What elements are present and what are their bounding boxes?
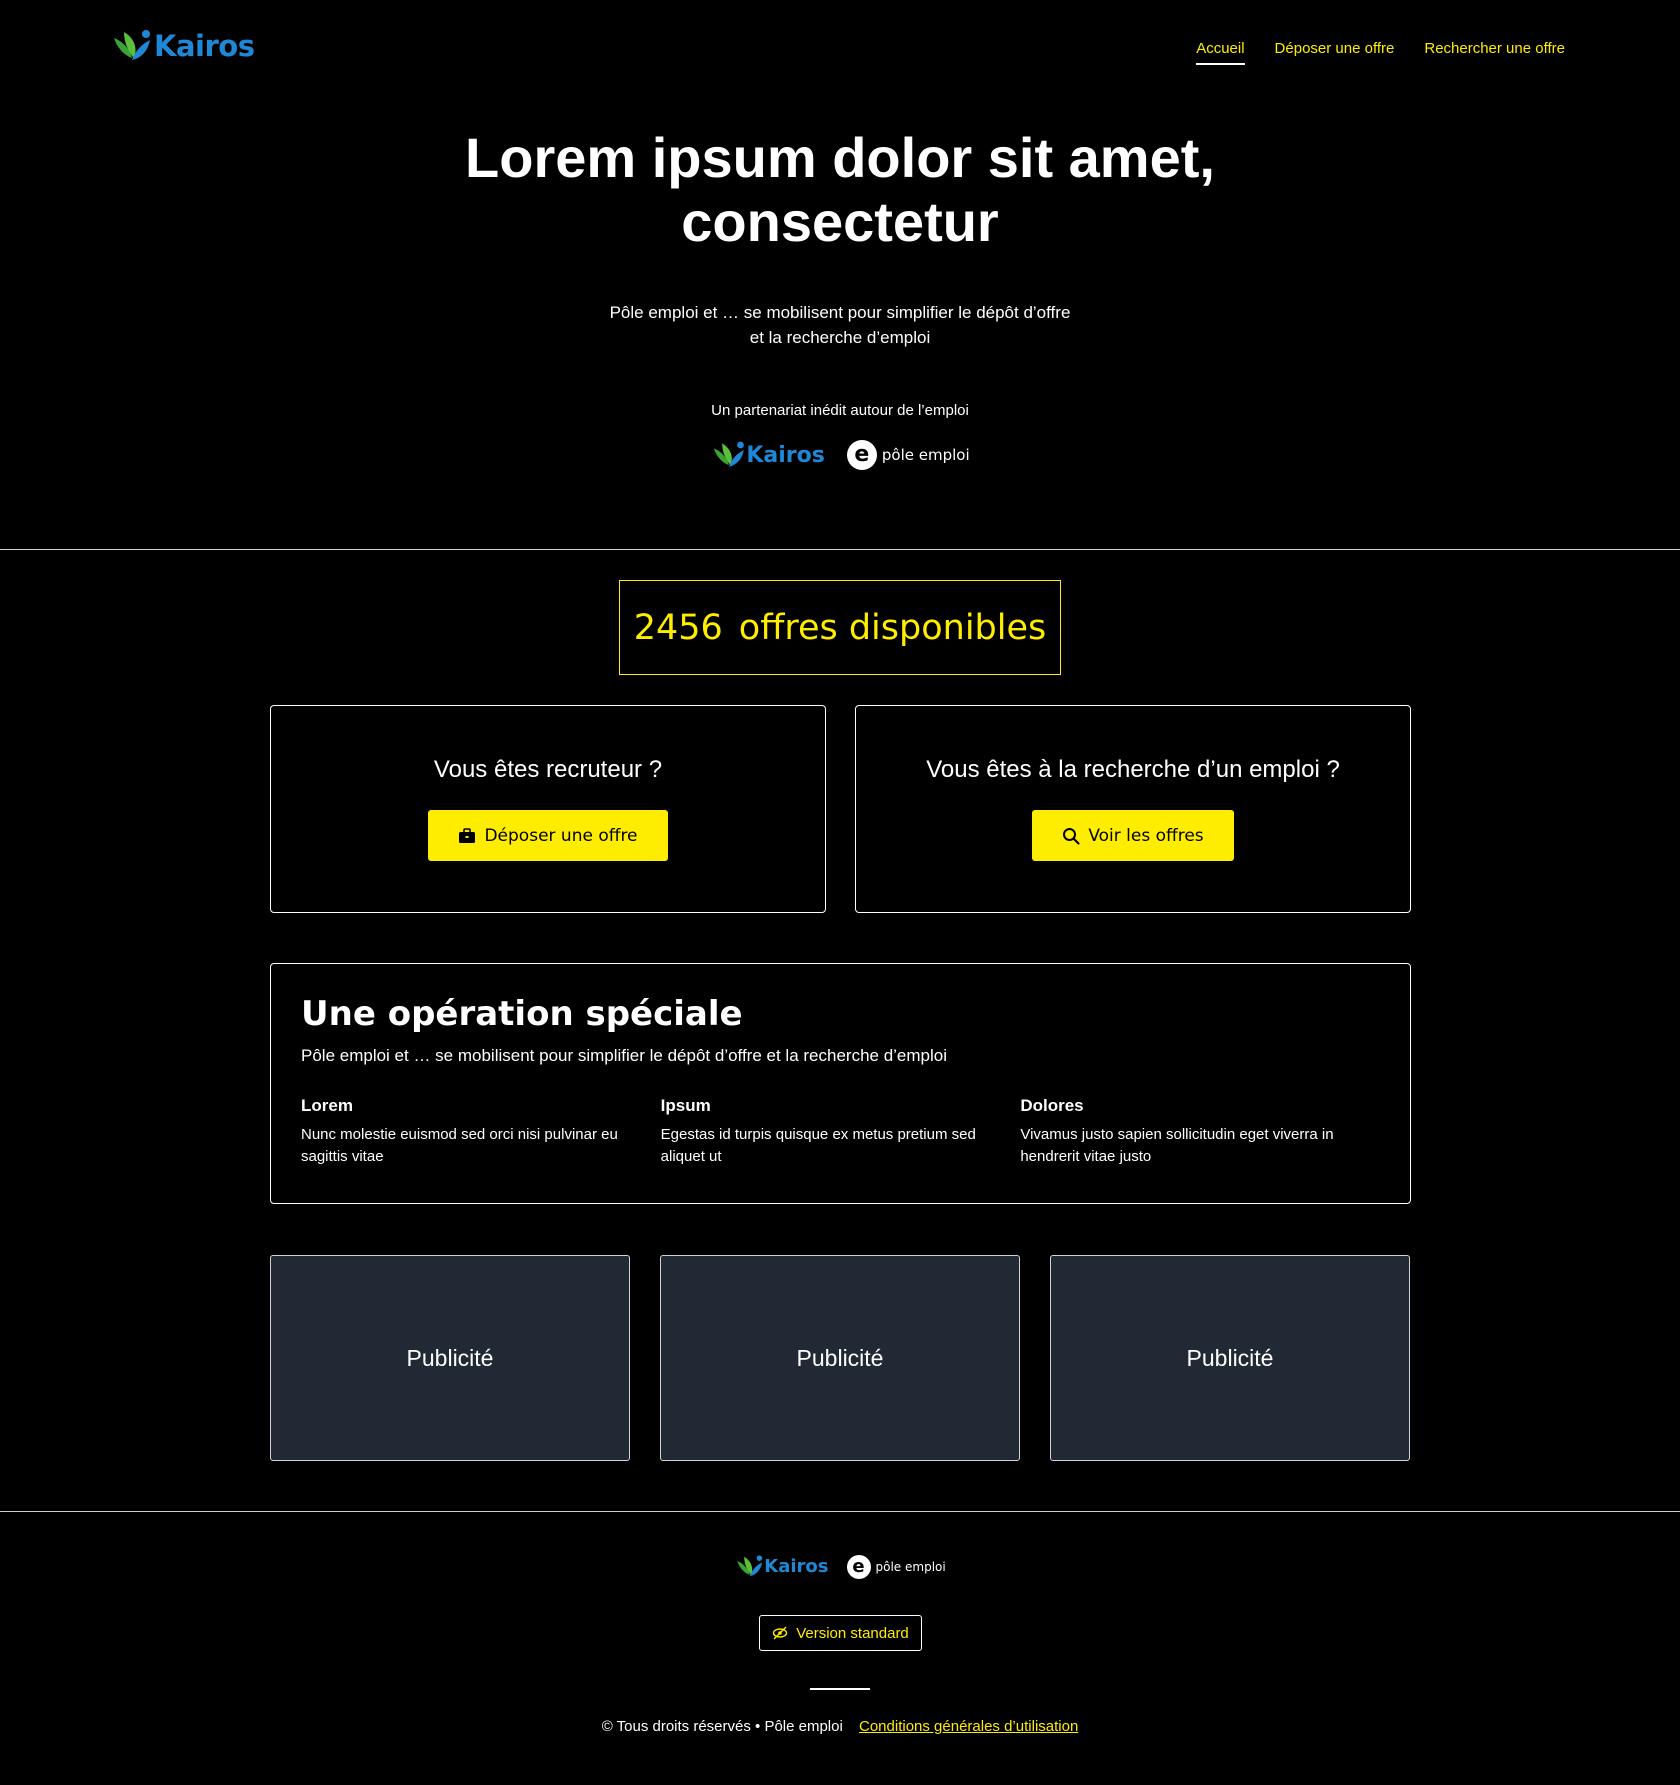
hero-title-line2: consectetur (681, 190, 999, 253)
terms-link[interactable]: Conditions générales d’utilisation (859, 1718, 1078, 1735)
deposer-offre-button[interactable]: Déposer une offre (428, 810, 668, 861)
column-text: Nunc molestie euismod sed orci nisi pulv… (301, 1126, 618, 1165)
leaf-icon (114, 30, 150, 60)
section-divider (0, 549, 1680, 550)
leaf-icon (714, 441, 745, 467)
footer-logos: Kairos e pôle emploi (0, 1554, 1680, 1579)
seeker-title: Vous êtes à la recherche d’un emploi ? (926, 756, 1340, 783)
pole-emploi-text: pôle emploi (881, 446, 970, 464)
special-column-dolores: Dolores Vivamus justo sapien sollicitudi… (1020, 1096, 1380, 1168)
footer-separator (810, 1688, 870, 1690)
voir-offres-label: Voir les offres (1088, 825, 1204, 846)
footer-divider (0, 1511, 1680, 1512)
hero-subtitle-line2: et la recherche d’emploi (749, 328, 931, 347)
hero-subtitle-line1: Pôle emploi et … se mobilisent pour simp… (609, 303, 1071, 322)
recruiter-card: Vous êtes recruteur ? Déposer une offre (270, 705, 826, 913)
special-title: Une opération spéciale (301, 994, 743, 1034)
briefcase-icon (459, 827, 476, 843)
special-columns: Lorem Nunc molestie euismod sed orci nis… (301, 1096, 1380, 1168)
column-title: Lorem (301, 1096, 353, 1115)
special-subtitle: Pôle emploi et … se mobilisent pour simp… (301, 1046, 948, 1065)
hero-subtitle: Pôle emploi et … se mobilisent pour simp… (0, 300, 1680, 350)
pole-emploi-mark-icon: e (846, 440, 877, 470)
site-header: Kairos Accueil Déposer une offre Recherc… (0, 0, 1680, 100)
recruiter-title: Vous êtes recruteur ? (433, 756, 663, 783)
footer-legal: © Tous droits réservés • Pôle emploi Con… (0, 1718, 1680, 1735)
special-column-ipsum: Ipsum Egestas id turpis quisque ex metus… (661, 1096, 1021, 1168)
copyright-text: © Tous droits réservés • Pôle emploi (601, 1718, 843, 1735)
column-title: Dolores (1020, 1096, 1084, 1115)
column-title: Ipsum (660, 1096, 711, 1115)
offers-counter: 2456 offres disponibles (619, 580, 1061, 675)
offers-count: 2456 (633, 607, 723, 648)
hero-title: Lorem ipsum dolor sit amet, consectetur (0, 126, 1680, 254)
seeker-card: Vous êtes à la recherche d’un emploi ? V… (855, 705, 1411, 913)
hero-title-line1: Lorem ipsum dolor sit amet, (465, 126, 1215, 189)
partner-kairos-text: Kairos (746, 442, 825, 468)
leaf-icon (737, 1555, 763, 1577)
special-operation-card: Une opération spéciale Pôle emploi et … … (270, 963, 1411, 1204)
footer-pole-emploi-logo: e pôle emploi (846, 1554, 946, 1579)
nav-deposer-offre[interactable]: Déposer une offre (1275, 40, 1395, 65)
offers-label: offres disponibles (738, 607, 1047, 648)
footer-kairos-text: Kairos (764, 1556, 829, 1577)
deposer-offre-label: Déposer une offre (484, 825, 638, 846)
voir-offres-button[interactable]: Voir les offres (1032, 810, 1234, 861)
pole-emploi-text: pôle emploi (875, 1559, 946, 1574)
nav-accueil[interactable]: Accueil (1196, 40, 1245, 65)
search-icon (1063, 827, 1080, 845)
version-standard-button[interactable]: Version standard (759, 1615, 922, 1651)
main-nav: Accueil Déposer une offre Rechercher une… (1196, 40, 1565, 65)
logo-text: Kairos (154, 29, 255, 63)
footer-kairos-logo: Kairos (734, 1554, 829, 1579)
column-text: Vivamus justo sapien sollicitudin eget v… (1020, 1126, 1334, 1165)
nav-rechercher-offre[interactable]: Rechercher une offre (1424, 40, 1565, 65)
partner-logos: Kairos e pôle emploi (0, 440, 1680, 470)
ad-slot[interactable]: Publicité (1050, 1255, 1410, 1461)
partner-kairos-logo: Kairos (710, 440, 825, 470)
version-standard-label: Version standard (796, 1624, 909, 1642)
partner-pole-emploi-logo: e pôle emploi (846, 440, 970, 470)
partner-label: Un partenariat inédit autour de l’emploi (711, 402, 969, 419)
column-text: Egestas id turpis quisque ex metus preti… (660, 1126, 976, 1165)
pole-emploi-mark-icon: e (846, 1554, 871, 1579)
ad-slot[interactable]: Publicité (660, 1255, 1020, 1461)
ad-slot[interactable]: Publicité (270, 1255, 630, 1461)
special-column-lorem: Lorem Nunc molestie euismod sed orci nis… (301, 1096, 661, 1168)
kairos-logo[interactable]: Kairos (110, 28, 255, 64)
eye-slash-icon (773, 1626, 788, 1640)
